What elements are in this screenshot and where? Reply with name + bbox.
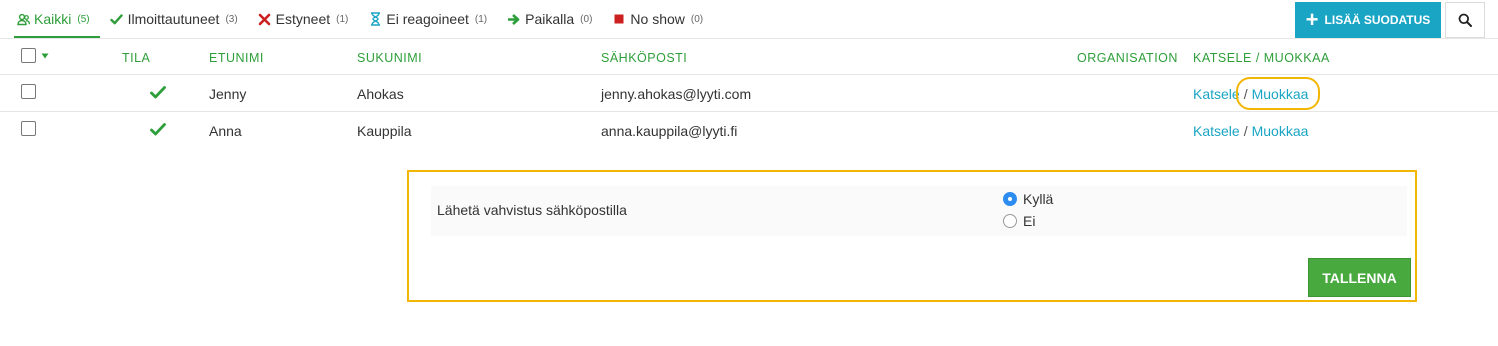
tab-no-show[interactable]: No show (0) <box>610 0 713 38</box>
last-name: Ahokas <box>357 86 404 102</box>
tab-count: (3) <box>225 13 238 25</box>
check-icon <box>150 86 166 99</box>
row-checkbox[interactable] <box>21 121 36 136</box>
select-all-checkbox[interactable] <box>21 48 36 63</box>
plus-icon: + <box>1305 7 1319 32</box>
tab-ilmoittautuneet[interactable]: Ilmoittautuneet (3) <box>108 0 248 38</box>
tab-count: (1) <box>474 13 488 25</box>
radio-button[interactable] <box>1003 214 1017 228</box>
tab-label: No show <box>630 11 685 27</box>
edit-link[interactable]: Muokkaa <box>1252 123 1309 139</box>
radio-option-kylla[interactable]: Kyllä <box>1003 191 1053 207</box>
arrow-right-icon <box>507 12 521 26</box>
header-organisation[interactable]: ORGANISATION <box>1077 51 1178 65</box>
row-actions: Katsele / Muokkaa <box>1193 123 1308 139</box>
radio-button[interactable] <box>1003 192 1017 206</box>
tab-label: Kaikki <box>34 11 72 27</box>
filter-tabs: Kaikki (5) Ilmoittautuneet (3) Estyneet … <box>14 0 721 38</box>
cross-icon <box>258 12 272 26</box>
hourglass-icon <box>368 12 382 26</box>
stop-square-icon <box>612 12 626 26</box>
tab-kaikki[interactable]: Kaikki (5) <box>14 0 100 38</box>
last-name: Kauppila <box>357 123 412 139</box>
save-button[interactable]: TALLENNA <box>1308 258 1411 297</box>
participants-table: TILA ETUNIMI SUKUNIMI SÄHKÖPOSTI ORGANIS… <box>0 38 1498 149</box>
email: jenny.ahokas@lyyti.com <box>601 86 752 102</box>
action-separator: / <box>1243 123 1248 139</box>
add-filter-label: LISÄÄ SUODATUS <box>1324 13 1431 27</box>
tab-label: Estyneet <box>275 11 331 27</box>
first-name: Anna <box>209 123 242 139</box>
header-email[interactable]: SÄHKÖPOSTI <box>601 51 687 65</box>
add-filter-button[interactable]: + LISÄÄ SUODATUS <box>1295 2 1441 38</box>
tab-count: (0) <box>690 13 704 25</box>
table-header: TILA ETUNIMI SUKUNIMI SÄHKÖPOSTI ORGANIS… <box>0 38 1498 75</box>
confirmation-label: Lähetä vahvistus sähköpostilla <box>437 202 627 218</box>
tab-label: Ei reagoineet <box>386 11 469 27</box>
tab-label: Paikalla <box>525 11 575 27</box>
tab-count: (5) <box>77 13 90 25</box>
table-row: Jenny Ahokas jenny.ahokas@lyyti.com Kats… <box>0 75 1498 112</box>
radio-option-ei[interactable]: Ei <box>1003 213 1035 229</box>
first-name: Jenny <box>209 86 247 102</box>
email: anna.kauppila@lyyti.fi <box>601 123 738 139</box>
header-actions: KATSELE / MUOKKAA <box>1193 51 1330 65</box>
users-icon <box>16 12 30 26</box>
view-link[interactable]: Katsele <box>1193 123 1240 139</box>
check-icon <box>150 123 166 136</box>
row-checkbox[interactable] <box>21 84 36 99</box>
tab-label: Ilmoittautuneet <box>127 11 220 27</box>
tab-count: (0) <box>580 13 593 25</box>
confirmation-setting-row: Lähetä vahvistus sähköpostilla Kyllä Ei <box>431 186 1407 236</box>
table-row: Anna Kauppila anna.kauppila@lyyti.fi Kat… <box>0 112 1498 149</box>
header-status[interactable]: TILA <box>122 51 150 65</box>
tab-ei-reagoineet[interactable]: Ei reagoineet (1) <box>366 0 497 38</box>
search-icon <box>1458 13 1472 27</box>
header-first-name[interactable]: ETUNIMI <box>209 51 264 65</box>
edit-panel: Lähetä vahvistus sähköpostilla Kyllä Ei … <box>407 170 1417 302</box>
edit-link-highlight <box>1236 77 1320 110</box>
header-last-name[interactable]: SUKUNIMI <box>357 51 422 65</box>
view-link[interactable]: Katsele <box>1193 86 1240 102</box>
tab-estyneet[interactable]: Estyneet (1) <box>256 0 359 38</box>
tab-paikalla[interactable]: Paikalla (0) <box>505 0 602 38</box>
chevron-down-icon[interactable] <box>41 53 49 59</box>
tab-count: (1) <box>336 13 349 25</box>
check-icon <box>110 12 124 26</box>
radio-label: Kyllä <box>1023 191 1054 207</box>
radio-label: Ei <box>1023 213 1036 229</box>
search-button[interactable] <box>1445 2 1485 38</box>
